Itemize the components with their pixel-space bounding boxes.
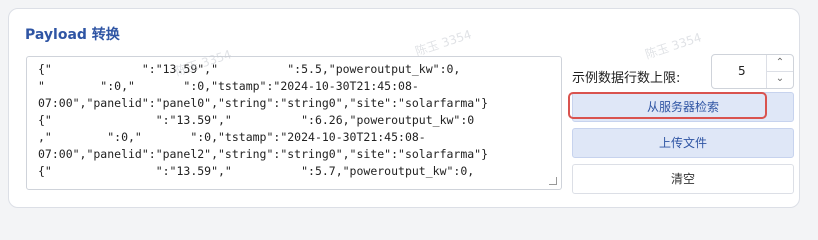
payload-line: {" ":"13.59"," ":5.5,"poweroutput_kw":0, bbox=[38, 62, 461, 76]
stepper-buttons: ⌃ ⌄ bbox=[766, 55, 793, 88]
panel-title: Payload 转换 bbox=[25, 27, 120, 43]
chevron-up-icon[interactable]: ⌃ bbox=[767, 55, 793, 72]
row-limit-value: 5 bbox=[738, 64, 746, 78]
payload-convert-panel: Payload 转换 {" ":"13.59"," ":5.5,"powerou… bbox=[8, 8, 800, 208]
clear-button[interactable]: 清空 bbox=[572, 164, 794, 194]
chevron-down-icon[interactable]: ⌄ bbox=[767, 71, 793, 87]
payload-line: {" ":"13.59"," ":6.26,"poweroutput_kw":0 bbox=[38, 113, 475, 127]
payload-text: {" ":"13.59"," ":5.5,"poweroutput_kw":0,… bbox=[38, 61, 550, 180]
watermark: 陈玉 3354 bbox=[643, 30, 704, 62]
payload-line: 07:00","panelid":"panel2","string":"stri… bbox=[38, 147, 489, 161]
payload-line: 07:00","panelid":"panel0","string":"stri… bbox=[38, 96, 489, 110]
upload-file-button[interactable]: 上传文件 bbox=[572, 128, 794, 158]
search-server-button[interactable]: 从服务器检索 bbox=[572, 92, 794, 122]
watermark: 陈玉 3354 bbox=[413, 27, 474, 59]
payload-line: " ":0," ":0,"tstamp":"2024-10-30T21:45:0… bbox=[38, 79, 419, 93]
payload-line: ," ":0," ":0,"tstamp":"2024-10-30T21:45:… bbox=[38, 130, 426, 144]
resize-grip[interactable] bbox=[549, 177, 557, 185]
payload-textarea[interactable]: {" ":"13.59"," ":5.5,"poweroutput_kw":0,… bbox=[26, 56, 562, 190]
payload-line: {" ":"13.59"," ":5.7,"poweroutput_kw":0, bbox=[38, 164, 475, 178]
row-limit-label: 示例数据行数上限: bbox=[572, 71, 681, 86]
row-limit-stepper[interactable]: 5 ⌃ ⌄ bbox=[711, 54, 794, 89]
